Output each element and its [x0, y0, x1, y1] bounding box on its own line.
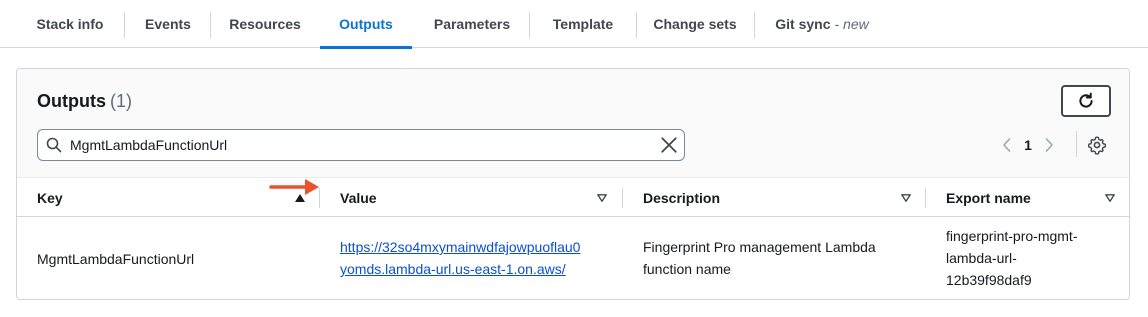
- output-count: (1): [110, 91, 132, 111]
- tab-label: Stack info: [36, 16, 104, 32]
- output-value-link[interactable]: https://32so4mxymainwdfajowpuoflau0 yomd…: [340, 236, 580, 280]
- description-line: function name: [643, 261, 731, 277]
- refresh-button[interactable]: [1061, 85, 1111, 117]
- pagination: 1: [997, 135, 1059, 155]
- tab-divider: [754, 12, 755, 38]
- tab-divider: [124, 12, 125, 38]
- tab-parameters[interactable]: Parameters: [422, 0, 522, 48]
- output-description: Fingerprint Pro management Lambda functi…: [643, 236, 876, 280]
- tab-template[interactable]: Template: [538, 0, 628, 48]
- new-badge: - new: [834, 16, 869, 32]
- column-header-key[interactable]: Key: [37, 178, 63, 218]
- tab-stack-info[interactable]: Stack info: [22, 0, 118, 48]
- tab-resources[interactable]: Resources: [220, 0, 310, 48]
- search-field: [37, 129, 685, 161]
- output-export-name: fingerprint-pro-mgmt- lambda-url- 12b39f…: [946, 225, 1077, 291]
- tab-bar: Stack info Events Resources Outputs Para…: [0, 0, 1148, 49]
- export-name-line: lambda-url-: [946, 250, 1017, 266]
- output-key: MgmtLambdaFunctionUrl: [37, 251, 195, 267]
- value-link-line[interactable]: yomds.lambda-url.us-east-1.on.aws/: [340, 261, 566, 277]
- title-text: Outputs: [37, 91, 106, 111]
- arrow-annotation-icon: [269, 179, 319, 195]
- next-page-button[interactable]: [1039, 135, 1059, 155]
- search-input[interactable]: [70, 130, 650, 160]
- value-link-line[interactable]: https://32so4mxymainwdfajowpuoflau0: [340, 239, 580, 255]
- tab-change-sets[interactable]: Change sets: [644, 0, 746, 48]
- chevron-left-icon: [1003, 138, 1011, 152]
- sort-export-name-button[interactable]: [1105, 178, 1115, 218]
- sort-down-icon: [597, 194, 607, 202]
- table-header: Key Value Description Export name: [17, 177, 1129, 217]
- table-row: MgmtLambdaFunctionUrl https://32so4mxyma…: [17, 217, 1129, 299]
- tab-label: Resources: [229, 16, 301, 32]
- tab-divider: [529, 12, 530, 38]
- tab-label: Events: [145, 16, 191, 32]
- outputs-panel: Outputs(1) 1 Key: [16, 68, 1130, 300]
- page-title: Outputs (1): [37, 91, 132, 112]
- tab-events[interactable]: Events: [132, 0, 204, 48]
- refresh-icon: [1079, 92, 1093, 108]
- tab-outputs[interactable]: Outputs: [320, 0, 412, 49]
- tab-label: Git sync: [775, 16, 831, 32]
- settings-icon[interactable]: [1087, 135, 1107, 155]
- column-divider: [622, 188, 623, 208]
- tab-label: Template: [552, 16, 614, 32]
- tab-label: Change sets: [653, 16, 737, 32]
- description-line: Fingerprint Pro management Lambda: [643, 239, 876, 255]
- column-header-export-name[interactable]: Export name: [946, 178, 1031, 218]
- tab-git-sync[interactable]: Git sync - new: [764, 0, 880, 48]
- column-header-value[interactable]: Value: [340, 178, 377, 218]
- tab-label: Parameters: [433, 16, 511, 32]
- sort-description-button[interactable]: [901, 178, 911, 218]
- export-name-line: 12b39f98daf9: [946, 272, 1032, 288]
- page-number[interactable]: 1: [1017, 137, 1039, 153]
- search-icon: [46, 137, 62, 153]
- column-header-description[interactable]: Description: [643, 178, 720, 218]
- chevron-right-icon: [1045, 138, 1053, 152]
- sort-value-button[interactable]: [597, 178, 607, 218]
- clear-icon[interactable]: [660, 136, 678, 154]
- sort-down-icon: [1105, 194, 1115, 202]
- sort-down-icon: [901, 194, 911, 202]
- tab-divider: [636, 12, 637, 38]
- export-name-line: fingerprint-pro-mgmt-: [946, 228, 1078, 244]
- tab-label: Outputs: [339, 16, 393, 32]
- pager-divider: [1076, 131, 1077, 157]
- previous-page-button[interactable]: [997, 135, 1017, 155]
- tab-divider: [210, 12, 211, 38]
- column-divider: [925, 188, 926, 208]
